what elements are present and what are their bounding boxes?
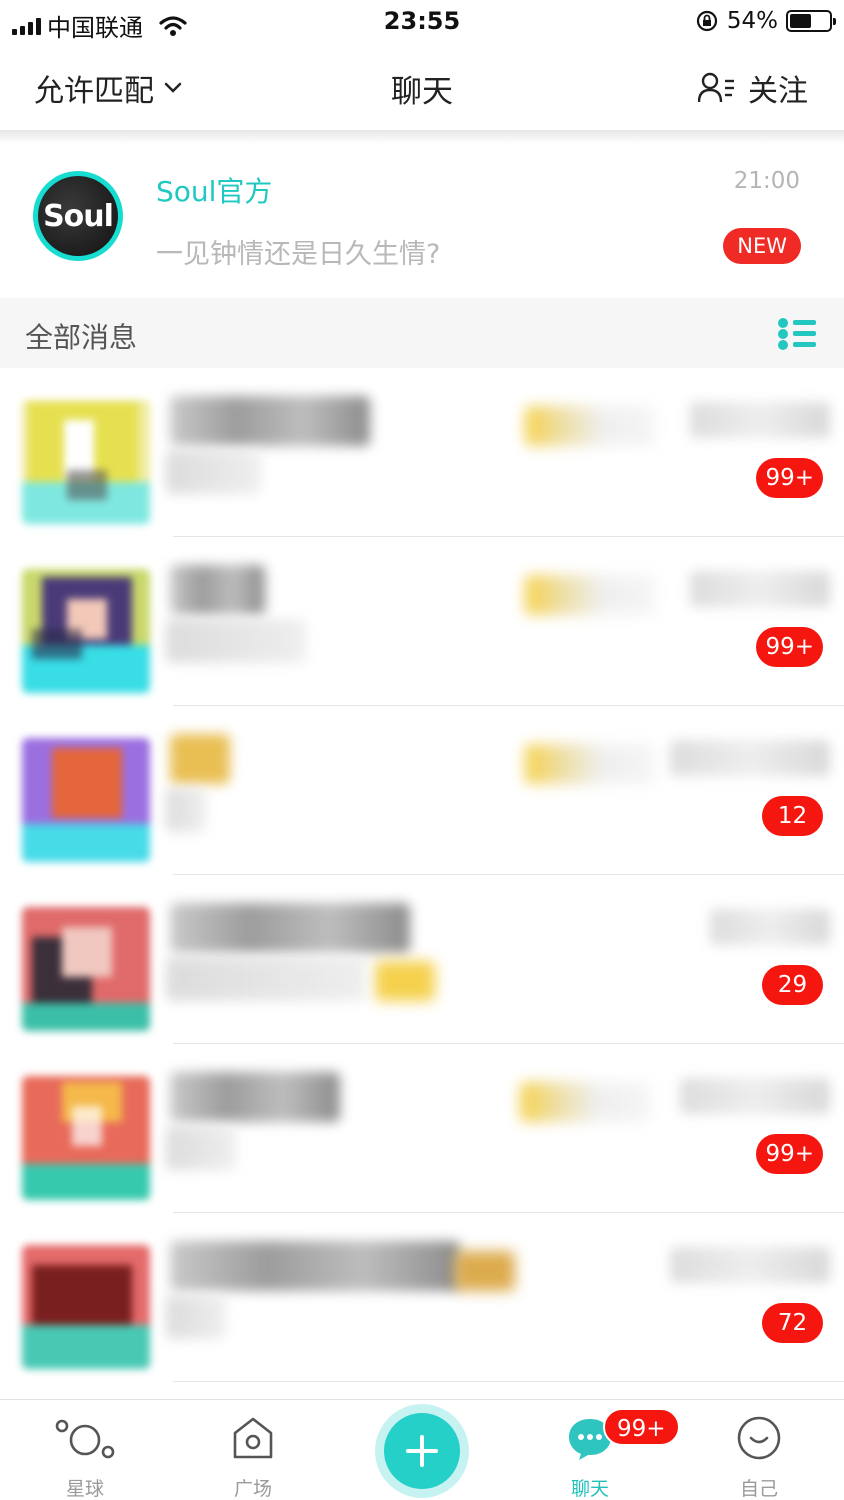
official-conversation[interactable]: Soul Soul官方 21:00 一见钟情还是日久生情? NEW (0, 144, 844, 298)
conversation-preview (166, 1295, 226, 1339)
conversation-preview (166, 788, 206, 832)
tab-chat-label: 聊天 (570, 1478, 609, 1500)
conversation-name (170, 903, 410, 953)
section-title: 全部消息 (25, 321, 138, 354)
page-title-text: 聊天 (391, 74, 453, 110)
battery-level (790, 14, 811, 28)
user-list-icon (698, 72, 734, 103)
official-time: 21:00 (733, 168, 800, 194)
section-header: 全部消息 (0, 298, 844, 368)
soul-logo-text: Soul (43, 198, 114, 234)
tab-square-label: 广场 (233, 1478, 272, 1500)
match-toggle-label: 允许匹配 (34, 74, 154, 109)
unread-badge: 99+ (756, 1134, 823, 1174)
conversation-preview (166, 1126, 236, 1170)
list-item[interactable]: 99+ (0, 1044, 844, 1213)
list-view-icon[interactable] (778, 318, 816, 350)
header-shadow (0, 130, 844, 144)
follow-label: 关注 (748, 74, 808, 109)
rotation-lock-icon (696, 10, 717, 32)
official-avatar: Soul (33, 171, 123, 261)
conversation-time (670, 1247, 830, 1283)
add-post-button[interactable] (375, 1404, 469, 1498)
soul-logo: Soul (38, 176, 118, 256)
list-item[interactable]: 29 (0, 875, 844, 1044)
unread-badge: 12 (762, 796, 823, 836)
avatar (22, 569, 150, 693)
conversation-preview (166, 450, 261, 494)
conversation-time (690, 402, 830, 438)
battery-percent: 54% (726, 8, 778, 34)
list-item[interactable]: 99+ (0, 537, 844, 706)
unread-badge: 99+ (756, 627, 823, 667)
tab-me-label: 自己 (739, 1478, 778, 1500)
conversation-tag (375, 961, 435, 1001)
conversation-tag (525, 406, 655, 446)
conversation-name (170, 1241, 460, 1291)
battery-icon (786, 10, 836, 32)
home-icon (198, 1412, 308, 1464)
avatar (22, 907, 150, 1031)
match-toggle[interactable]: 允许匹配 (34, 66, 182, 110)
status-bar: 中国联通 23:55 54% (0, 0, 844, 44)
conversation-name (170, 396, 370, 446)
unread-badge: 29 (762, 965, 823, 1005)
conversation-name (170, 734, 230, 784)
avatar (22, 1245, 150, 1369)
conversation-tag (525, 575, 655, 615)
unread-badge: 72 (762, 1303, 823, 1343)
chat-unread-badge: 99+ (603, 1408, 680, 1446)
conversation-time (680, 1078, 830, 1114)
divider (173, 1381, 844, 1382)
conversation-name (170, 1072, 340, 1122)
list-item[interactable]: 12 (0, 706, 844, 875)
follow-button[interactable]: 关注 (698, 66, 808, 110)
conversation-time (670, 740, 830, 776)
tab-bar: 星球 广场 聊天 99+ 自己 (0, 1399, 844, 1500)
conversation-preview (166, 619, 306, 663)
avatar (22, 1076, 150, 1200)
tab-planet[interactable]: 星球 (30, 1412, 140, 1500)
plus-icon (384, 1413, 460, 1489)
tab-me[interactable]: 自己 (704, 1412, 814, 1500)
conversation-tag (455, 1251, 515, 1291)
avatar (22, 400, 150, 524)
conversation-tag (520, 1082, 650, 1122)
conversation-time (710, 909, 830, 945)
avatar (22, 738, 150, 862)
smile-icon (704, 1412, 814, 1464)
official-name: Soul官方 (156, 175, 273, 208)
conversation-tag (525, 744, 655, 784)
chevron-down-icon (164, 82, 182, 93)
tab-square[interactable]: 广场 (198, 1412, 308, 1500)
conversation-name (170, 565, 265, 615)
conversation-list: 99+ 99+ 12 29 99+ 72 (0, 368, 844, 1382)
nav-header: 允许匹配 聊天 关注 (0, 44, 844, 130)
new-badge: NEW (723, 228, 801, 264)
list-item[interactable]: 99+ (0, 368, 844, 537)
planet-icon (30, 1412, 140, 1464)
list-item[interactable]: 72 (0, 1213, 844, 1382)
tab-planet-label: 星球 (65, 1478, 104, 1500)
official-preview: 一见钟情还是日久生情? (156, 239, 441, 270)
status-right: 54% (695, 8, 836, 34)
conversation-time (690, 571, 830, 607)
conversation-preview (166, 957, 366, 1001)
unread-badge: 99+ (756, 458, 823, 498)
